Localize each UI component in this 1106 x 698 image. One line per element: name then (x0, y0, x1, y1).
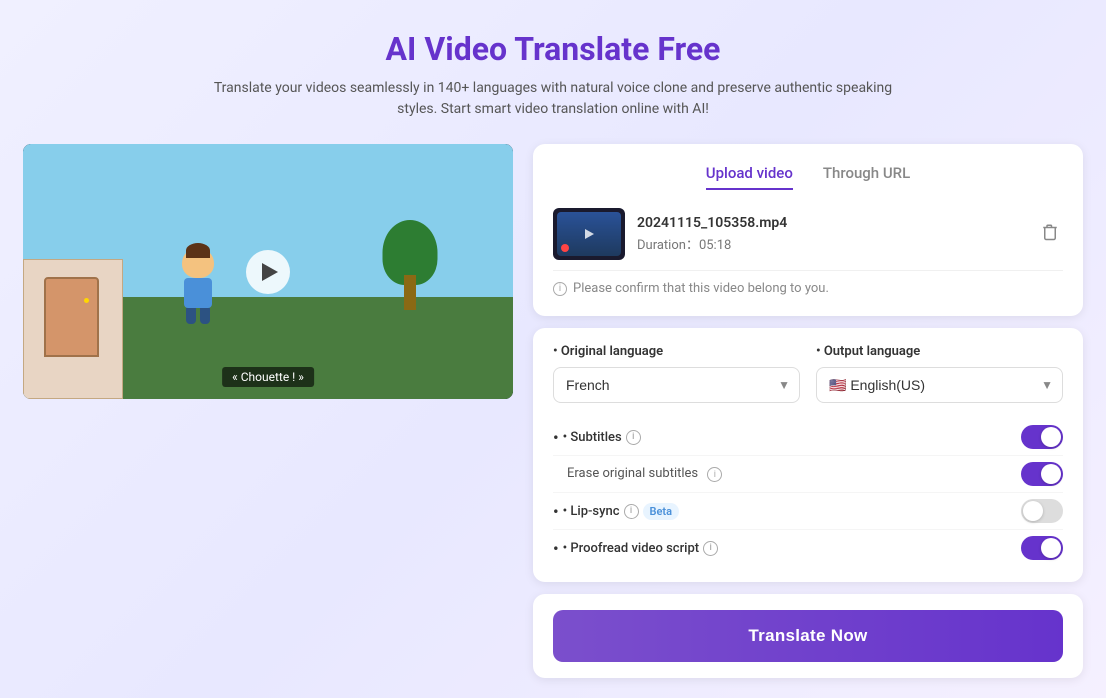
translate-card: Translate Now (533, 594, 1083, 678)
cartoon-character (170, 248, 225, 323)
subtitles-info-icon[interactable]: i (626, 430, 641, 445)
original-language-select[interactable]: French English Spanish German (553, 367, 800, 403)
file-name: 20241115_105358.mp4 (637, 215, 1037, 231)
subtitles-setting-row: • Subtitles i (553, 419, 1063, 455)
confirm-row: i Please confirm that this video belong … (553, 270, 1063, 296)
confirm-text: Please confirm that this video belong to… (573, 281, 829, 296)
original-language-label: • Original language (553, 344, 800, 359)
lipsync-toggle[interactable] (1021, 499, 1063, 523)
output-language-select-wrapper: 🇺🇸 English(US) 🇬🇧 English(UK) 🇫🇷 French … (816, 367, 1063, 403)
upload-card: Upload video Through URL 20241115_105358… (533, 144, 1083, 316)
output-language-group: • Output language 🇺🇸 English(US) 🇬🇧 Engl… (816, 344, 1063, 403)
file-thumbnail (553, 208, 625, 260)
file-duration: Duration：05:18 (637, 234, 1037, 253)
language-row: • Original language French English Spani… (553, 344, 1063, 403)
delete-button[interactable] (1037, 219, 1063, 250)
cartoon-tree (380, 220, 440, 310)
duration-label: Duration： (637, 238, 699, 253)
page-title: AI Video Translate Free (20, 30, 1086, 68)
video-container: « Chouette ! » (23, 144, 513, 399)
proofread-label: • Proofread video script i (553, 539, 718, 558)
cartoon-wall (23, 259, 123, 399)
lipsync-info-icon[interactable]: i (624, 504, 639, 519)
char-head (182, 248, 214, 278)
duration-value: 05:18 (699, 238, 731, 253)
tab-url[interactable]: Through URL (823, 164, 910, 190)
original-language-select-wrapper: French English Spanish German ▼ (553, 367, 800, 403)
erase-subtitles-label: Erase original subtitles i (553, 466, 722, 483)
cartoon-door (44, 277, 99, 357)
lipsync-label: • Lip-sync i Beta (553, 502, 679, 521)
output-language-label: • Output language (816, 344, 1063, 359)
file-details: 20241115_105358.mp4 Duration：05:18 (637, 215, 1037, 253)
page-subtitle: Translate your videos seamlessly in 140+… (203, 78, 903, 120)
play-button[interactable] (246, 250, 290, 294)
translate-now-button[interactable]: Translate Now (553, 610, 1063, 662)
right-panel: Upload video Through URL 20241115_105358… (533, 144, 1083, 678)
tabs: Upload video Through URL (553, 164, 1063, 190)
char-leg-left (186, 308, 196, 324)
output-language-select[interactable]: 🇺🇸 English(US) 🇬🇧 English(UK) 🇫🇷 French … (816, 367, 1063, 403)
char-body (184, 278, 212, 308)
tree-trunk (404, 275, 416, 310)
char-hair (186, 243, 210, 258)
file-info-row: 20241115_105358.mp4 Duration：05:18 (553, 208, 1063, 260)
thumb-inner (557, 212, 621, 256)
play-icon (262, 263, 278, 281)
video-caption: « Chouette ! » (222, 367, 314, 387)
thumb-play-icon (585, 229, 594, 239)
erase-subtitles-row: Erase original subtitles i (553, 455, 1063, 492)
original-language-group: • Original language French English Spani… (553, 344, 800, 403)
erase-subtitles-toggle[interactable] (1021, 462, 1063, 486)
info-icon-confirm: i (553, 282, 567, 296)
erase-info-icon[interactable]: i (707, 467, 722, 482)
thumb-dot (561, 244, 569, 252)
main-content: « Chouette ! » Upload video Through URL (23, 144, 1083, 678)
video-scene: « Chouette ! » (23, 144, 513, 399)
lipsync-setting-row: • Lip-sync i Beta (553, 492, 1063, 529)
language-card: • Original language French English Spani… (533, 328, 1083, 582)
beta-badge: Beta (643, 503, 680, 520)
proofread-info-icon[interactable]: i (703, 541, 718, 556)
tab-upload[interactable]: Upload video (706, 164, 793, 190)
char-leg-right (200, 308, 210, 324)
subtitles-toggle[interactable] (1021, 425, 1063, 449)
video-panel: « Chouette ! » (23, 144, 513, 399)
proofread-setting-row: • Proofread video script i (553, 529, 1063, 566)
char-legs (170, 308, 225, 324)
proofread-toggle[interactable] (1021, 536, 1063, 560)
subtitles-label: • Subtitles i (553, 428, 641, 447)
